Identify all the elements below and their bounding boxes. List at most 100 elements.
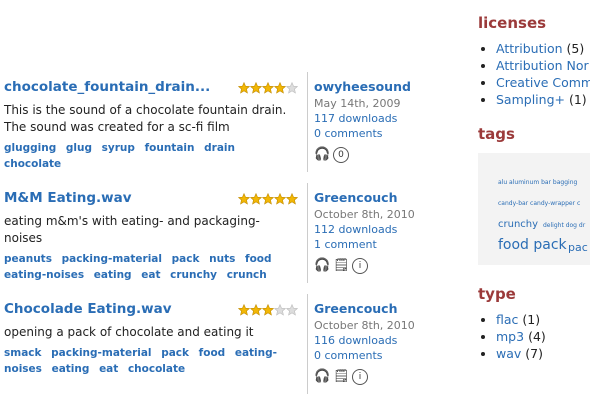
tag-cloud: alu aluminum bar bagging candy-bar candy… [478,153,590,265]
upload-date: May 14th, 2009 [314,97,401,110]
tag-link[interactable]: food [199,347,226,359]
tag-link[interactable]: chocolate [128,363,185,375]
type-count: (7) [525,346,543,361]
tag-link[interactable]: chocolate [4,158,61,170]
tag-cloud-item[interactable]: food pack [498,237,567,253]
result-item: M&M Eating.wav eating m&m's with eating-… [0,183,460,294]
comments-link[interactable]: 0 comments [314,126,459,141]
downloads-link[interactable]: 117 downloads [314,111,459,126]
sampling-plus-icon[interactable]: 🗒 [333,369,350,384]
license-item[interactable]: Creative Comm [496,74,590,91]
tag-link[interactable]: nuts [209,253,235,265]
tag-link[interactable]: crunch [227,269,267,281]
tag-cloud-item[interactable]: candy-bar candy-wrapper c [498,200,580,207]
license-count: (5) [566,41,585,56]
star-filled-icon[interactable] [250,193,262,205]
rating-stars[interactable] [238,82,298,94]
icon-row: 🎧 🗒 i [314,258,459,274]
tag-link[interactable]: syrup [102,142,135,154]
license-link[interactable]: Attribution Nor [496,58,589,73]
license-link[interactable]: Sampling+ [496,92,565,107]
tag-link[interactable]: crunchy [170,269,217,281]
star-filled-icon[interactable] [250,304,262,316]
tag-link[interactable]: eating [52,363,90,375]
star-filled-icon[interactable] [238,304,250,316]
type-link[interactable]: flac [496,312,518,327]
search-results: chocolate_fountain_drain... This is the … [0,72,460,405]
license-item[interactable]: Attribution (5) [496,40,590,57]
tag-cloud-item[interactable]: alu aluminum bar bagging [498,179,577,186]
attribution-icon[interactable]: i [352,258,368,274]
result-item: Chocolade Eating.wav opening a pack of c… [0,294,460,405]
license-zero-icon[interactable]: 0 [333,147,349,163]
tag-link[interactable]: food [245,253,272,265]
tag-link[interactable]: pack [161,347,189,359]
type-count: (4) [528,329,546,344]
comments-link[interactable]: 0 comments [314,348,459,363]
headphones-plus-icon[interactable]: 🎧 [314,147,330,162]
tag-cloud-item[interactable]: crunchy [498,219,538,230]
star-filled-icon[interactable] [274,82,286,94]
result-tags: smack packing-material pack food eating-… [4,345,300,377]
star-filled-icon[interactable] [286,193,298,205]
tag-link[interactable]: pack [172,253,200,265]
user-link[interactable]: owyheesound [314,79,459,94]
rating-stars[interactable] [238,193,298,205]
tag-link[interactable]: glugging [4,142,56,154]
star-empty-icon[interactable] [286,304,298,316]
tag-link[interactable]: peanuts [4,253,52,265]
tag-link[interactable]: smack [4,347,41,359]
result-tags: peanuts packing-material pack nuts food … [4,251,300,283]
tag-link[interactable]: fountain [145,142,195,154]
license-count: (1) [568,92,587,107]
downloads-link[interactable]: 116 downloads [314,333,459,348]
licenses-list: Attribution (5) Attribution Nor Creative… [478,40,590,108]
icon-row: 🎧 🗒 i [314,369,459,385]
tag-cloud-item[interactable]: pac [568,241,588,254]
type-link[interactable]: wav [496,346,521,361]
headphones-plus-icon[interactable]: 🎧 [314,258,330,273]
star-filled-icon[interactable] [250,82,262,94]
attribution-icon[interactable]: i [352,369,368,385]
license-link[interactable]: Attribution [496,41,563,56]
star-empty-icon[interactable] [274,304,286,316]
upload-date: October 8th, 2010 [314,208,415,221]
star-filled-icon[interactable] [262,304,274,316]
tag-link[interactable]: eating [94,269,132,281]
sampling-plus-icon[interactable]: 🗒 [333,258,350,273]
tag-link[interactable]: glug [66,142,92,154]
result-meta: Greencouch October 8th, 2010 116 downloa… [307,294,459,394]
type-link[interactable]: mp3 [496,329,524,344]
icon-row: 🎧 0 [314,147,459,163]
result-meta: owyheesound May 14th, 2009 117 downloads… [307,72,459,172]
downloads-link[interactable]: 112 downloads [314,222,459,237]
license-item[interactable]: Attribution Nor [496,57,590,74]
type-item[interactable]: mp3 (4) [496,328,590,345]
license-link[interactable]: Creative Comm [496,75,590,90]
star-filled-icon[interactable] [262,193,274,205]
type-item[interactable]: wav (7) [496,345,590,362]
star-filled-icon[interactable] [262,82,274,94]
tag-link[interactable]: eat [141,269,160,281]
tag-link[interactable]: drain [204,142,235,154]
tag-cloud-item[interactable]: delight dog dr [543,222,585,229]
tags-heading: tags [478,125,515,143]
comments-link[interactable]: 1 comment [314,237,459,252]
star-filled-icon[interactable] [238,82,250,94]
tag-link[interactable]: packing-material [51,347,151,359]
upload-date: October 8th, 2010 [314,319,415,332]
rating-stars[interactable] [238,304,298,316]
tag-link[interactable]: eating-noises [4,269,84,281]
user-link[interactable]: Greencouch [314,301,459,316]
star-empty-icon[interactable] [286,82,298,94]
user-link[interactable]: Greencouch [314,190,459,205]
type-count: (1) [522,312,541,327]
star-filled-icon[interactable] [274,193,286,205]
headphones-plus-icon[interactable]: 🎧 [314,369,330,384]
sidebar: licenses Attribution (5) Attribution Nor… [478,0,590,362]
tag-link[interactable]: eat [99,363,118,375]
license-item[interactable]: Sampling+ (1) [496,91,590,108]
tag-link[interactable]: packing-material [62,253,162,265]
type-item[interactable]: flac (1) [496,311,590,328]
star-filled-icon[interactable] [238,193,250,205]
